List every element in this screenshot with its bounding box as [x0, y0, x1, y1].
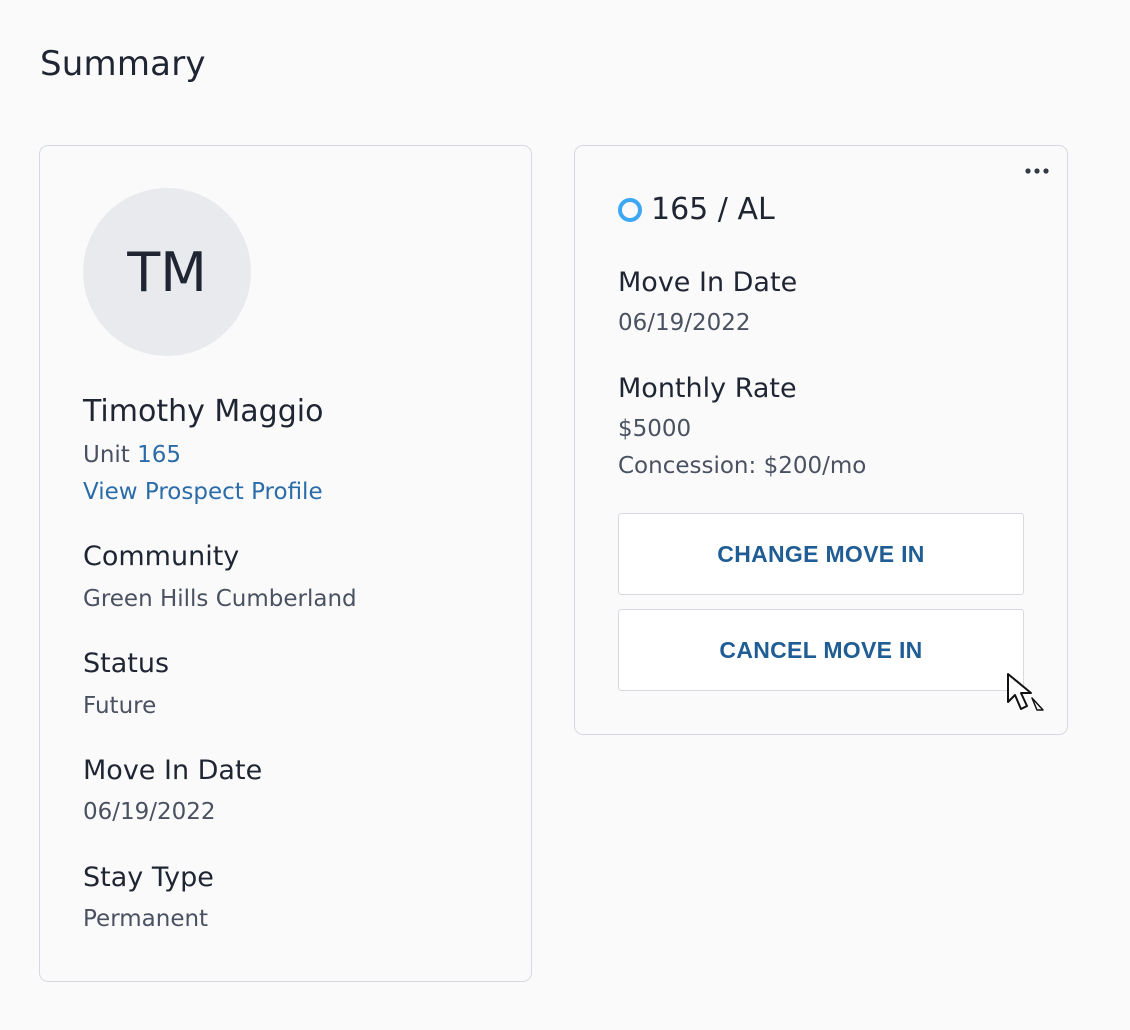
stay-type-value: Permanent — [83, 906, 209, 932]
unit-link[interactable]: 165 — [137, 442, 181, 468]
move-in-date-value: 06/19/2022 — [83, 799, 216, 825]
resident-summary-card: TM Timothy Maggio Unit 165 View Prospect… — [39, 145, 532, 982]
more-options-button[interactable] — [1021, 158, 1053, 184]
cancel-move-in-button[interactable]: CANCEL MOVE IN — [618, 609, 1024, 691]
unit-title: 165 / AL — [651, 192, 775, 227]
status-label: Status — [83, 648, 170, 679]
unit-prefix: Unit — [83, 442, 130, 468]
page-title: Summary — [40, 44, 206, 84]
community-label: Community — [83, 541, 240, 572]
community-value: Green Hills Cumberland — [83, 586, 357, 612]
status-value: Future — [83, 693, 157, 719]
unit-line: Unit 165 — [83, 442, 181, 468]
avatar: TM — [83, 188, 251, 356]
move-in-date-label: Move In Date — [83, 755, 263, 786]
change-move-in-button[interactable]: CHANGE MOVE IN — [618, 513, 1024, 595]
mouse-pointer-icon — [1007, 673, 1044, 711]
status-ring-icon — [618, 197, 642, 222]
move-in-date-label: Move In Date — [618, 267, 798, 298]
monthly-rate-value: $5000 — [618, 416, 692, 442]
view-prospect-profile-link[interactable]: View Prospect Profile — [83, 479, 323, 505]
ellipsis-icon — [1025, 168, 1049, 174]
concession-value: Concession: $200/mo — [618, 453, 867, 479]
move-in-date-value: 06/19/2022 — [618, 310, 751, 336]
resident-name: Timothy Maggio — [83, 394, 324, 429]
monthly-rate-label: Monthly Rate — [618, 373, 797, 404]
unit-move-in-card: 165 / AL Move In Date 06/19/2022 Monthly… — [574, 145, 1068, 735]
stay-type-label: Stay Type — [83, 862, 214, 893]
unit-header: 165 / AL — [618, 192, 775, 227]
